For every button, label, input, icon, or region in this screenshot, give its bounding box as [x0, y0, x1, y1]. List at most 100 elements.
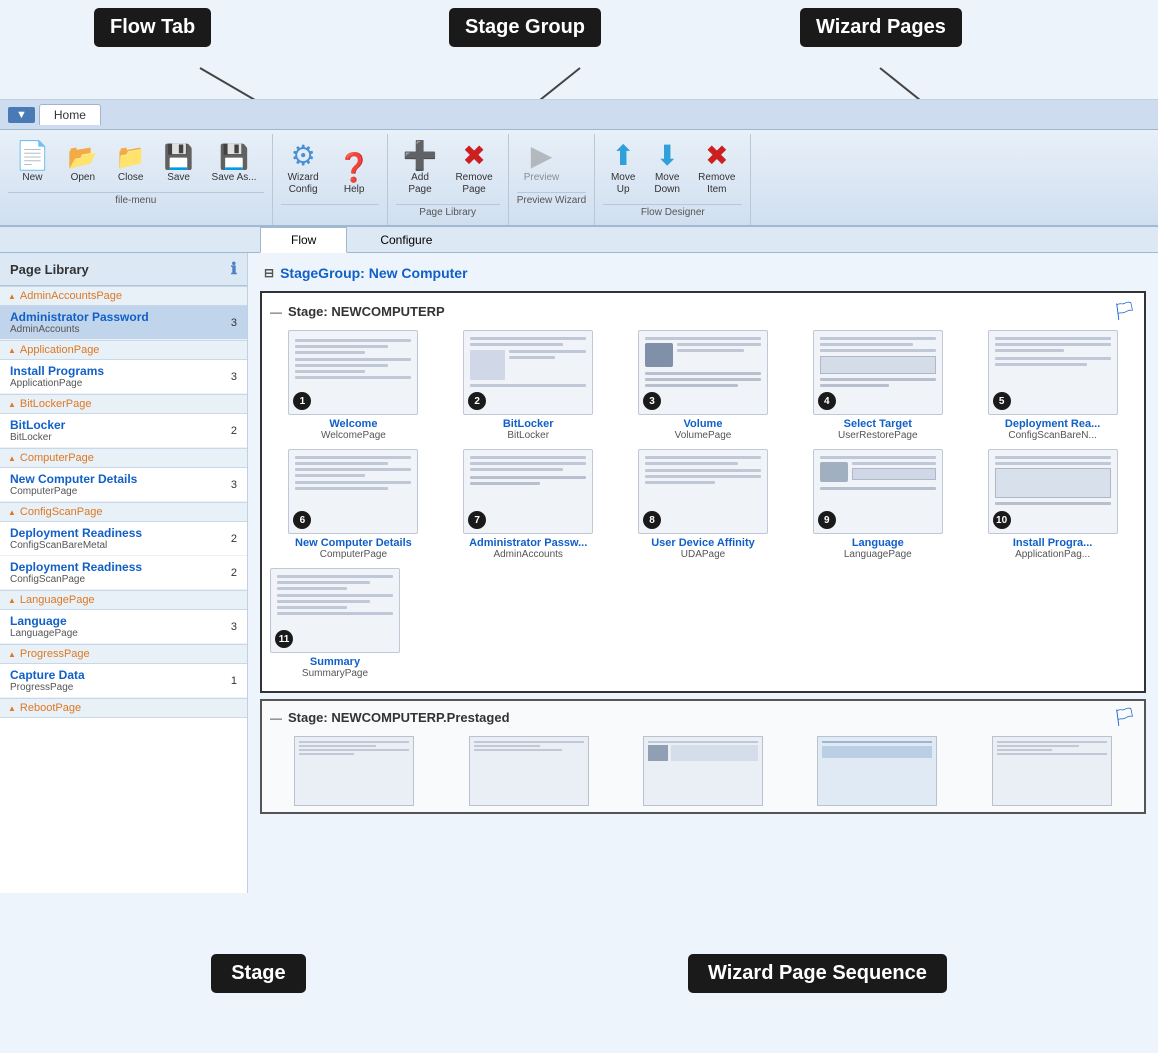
- save-icon: 💾: [164, 146, 194, 170]
- prestaged-page-5[interactable]: [968, 736, 1136, 806]
- page-card-1[interactable]: 1 Welcome WelcomePage: [270, 330, 437, 441]
- remove-page-button[interactable]: ✖ RemovePage: [448, 138, 499, 200]
- sidebar-category-bitlocker[interactable]: BitLockerPage: [0, 394, 247, 414]
- remove-item-button[interactable]: ✖ RemoveItem: [691, 138, 742, 200]
- flow-tab[interactable]: Flow: [260, 227, 347, 253]
- sidebar-item-capture-data[interactable]: Capture Data ProgressPage 1: [0, 664, 247, 698]
- sidebar-item-admin-pwd[interactable]: Administrator Password AdminAccounts 3: [0, 306, 247, 340]
- collapse-stagegroup-btn[interactable]: ⊟: [264, 266, 274, 280]
- sidebar-item-deploy-ready-2[interactable]: Deployment Readiness ConfigScanPage 2: [0, 556, 247, 590]
- sidebar-item-bl-name: BitLocker: [10, 418, 227, 432]
- sidebar-category-admin[interactable]: AdminAccountsPage: [0, 286, 247, 306]
- sidebar-category-app[interactable]: ApplicationPage: [0, 340, 247, 360]
- prestaged-pages: [270, 736, 1136, 806]
- prestaged-thumb-2: [469, 736, 589, 806]
- sidebar-item-dr1-count: 2: [231, 533, 237, 545]
- prestaged-thumb-1: [294, 736, 414, 806]
- remove-item-label: RemoveItem: [698, 172, 735, 196]
- page-num-9: 9: [818, 511, 836, 529]
- prestaged-page-4[interactable]: [793, 736, 961, 806]
- sidebar-item-dr1-sub: ConfigScanBareMetal: [10, 540, 227, 551]
- open-button[interactable]: 📂 Open: [61, 142, 105, 188]
- page-sub-9: LanguagePage: [844, 549, 912, 560]
- open-icon: 📂: [68, 146, 98, 170]
- page-card-11[interactable]: 11 Summary SummaryPage: [270, 568, 400, 679]
- sidebar-category-computer[interactable]: ComputerPage: [0, 448, 247, 468]
- page-num-7: 7: [468, 511, 486, 529]
- page-card-3[interactable]: 3 Volume VolumePage: [620, 330, 787, 441]
- sidebar-category-config[interactable]: ConfigScanPage: [0, 502, 247, 522]
- sidebar-item-lang-sub: LanguagePage: [10, 628, 227, 639]
- page-num-8: 8: [643, 511, 661, 529]
- prestaged-thumb-4: [817, 736, 937, 806]
- page-card-9[interactable]: 9 Language LanguagePage: [794, 449, 961, 560]
- sidebar-item-new-comp[interactable]: New Computer Details ComputerPage 3: [0, 468, 247, 502]
- remove-page-icon: ✖: [462, 142, 485, 170]
- flow-designer-buttons: ⬆ MoveUp ⬇ MoveDown ✖ RemoveItem: [603, 138, 742, 200]
- sidebar-item-admin-count: 3: [231, 317, 237, 329]
- tab-bar: Flow Configure: [0, 227, 1158, 253]
- new-button[interactable]: 📄 New: [8, 138, 57, 188]
- page-name-4: Select Target: [844, 418, 912, 430]
- quick-access-btn[interactable]: ▼: [8, 107, 35, 123]
- sidebar-item-app-sub: ApplicationPage: [10, 378, 227, 389]
- sidebar-category-language[interactable]: LanguagePage: [0, 590, 247, 610]
- preview-button[interactable]: ▶ Preview: [517, 138, 567, 188]
- prestaged-page-1[interactable]: [270, 736, 438, 806]
- page-name-6: New Computer Details: [295, 537, 412, 549]
- pages-row-1: 1 Welcome WelcomePage: [270, 330, 1136, 441]
- sidebar-item-admin-info: Administrator Password AdminAccounts: [10, 310, 227, 335]
- sidebar-item-language[interactable]: Language LanguagePage 3: [0, 610, 247, 644]
- prestaged-page-3[interactable]: [619, 736, 787, 806]
- sidebar-item-dr2-sub: ConfigScanPage: [10, 574, 227, 585]
- sidebar-item-bitlocker[interactable]: BitLocker BitLocker 2: [0, 414, 247, 448]
- page-num-11: 11: [275, 630, 293, 648]
- info-icon[interactable]: ℹ: [231, 259, 237, 279]
- page-wrapper: Flow Tab Stage Group Wizard Pages ▼ Home…: [0, 0, 1158, 1053]
- sidebar-category-progress[interactable]: ProgressPage: [0, 644, 247, 664]
- close-button[interactable]: 📁 Close: [109, 142, 153, 188]
- sidebar-item-lang-count: 3: [231, 621, 237, 633]
- prestaged-page-2[interactable]: [444, 736, 612, 806]
- ribbon: 📄 New 📂 Open 📁 Close 💾 Save 💾 Sav: [0, 130, 1158, 227]
- preview-icon: ▶: [531, 142, 553, 170]
- page-card-6[interactable]: 6 New Computer Details ComputerPage: [270, 449, 437, 560]
- page-card-2[interactable]: 2 BitLocker BitLocker: [445, 330, 612, 441]
- wizard-config-button[interactable]: ⚙ WizardConfig: [281, 138, 326, 200]
- sidebar-item-dr2-count: 2: [231, 567, 237, 579]
- sidebar-item-bl-count: 2: [231, 425, 237, 437]
- home-tab-btn[interactable]: Home: [39, 104, 101, 125]
- page-card-5[interactable]: 5 Deployment Rea... ConfigScanBareN...: [969, 330, 1136, 441]
- sidebar-header: Page Library ℹ: [0, 253, 247, 286]
- sidebar-category-reboot[interactable]: RebootPage: [0, 698, 247, 718]
- page-num-5: 5: [993, 392, 1011, 410]
- sidebar: Page Library ℹ AdminAccountsPage Adminis…: [0, 253, 248, 893]
- move-down-button[interactable]: ⬇ MoveDown: [647, 138, 687, 200]
- help-label: Help: [344, 184, 365, 196]
- file-menu-group: 📄 New 📂 Open 📁 Close 💾 Save 💾 Sav: [0, 134, 273, 225]
- page-card-10[interactable]: 10 Install Progra... ApplicationPag...: [969, 449, 1136, 560]
- sidebar-item-dr2-info: Deployment Readiness ConfigScanPage: [10, 560, 227, 585]
- page-card-4[interactable]: 4 Select Target UserRestorePage: [794, 330, 961, 441]
- page-name-3: Volume: [684, 418, 723, 430]
- sidebar-item-comp-count: 3: [231, 479, 237, 491]
- add-page-label: AddPage: [408, 172, 431, 196]
- page-card-7[interactable]: 7 Administrator Passw... AdminAccounts: [445, 449, 612, 560]
- page-card-8[interactable]: 8 User Device Affinity UDAPage: [620, 449, 787, 560]
- stage-2-header: — Stage: NEWCOMPUTERP.Prestaged 🏳: [270, 707, 1136, 728]
- save-button[interactable]: 💾 Save: [157, 142, 201, 188]
- sidebar-item-install-prog[interactable]: Install Programs ApplicationPage 3: [0, 360, 247, 394]
- stagegroup-title-text: StageGroup: New Computer: [280, 265, 467, 281]
- sidebar-category-admin-label: AdminAccountsPage: [20, 290, 122, 302]
- add-page-button[interactable]: ➕ AddPage: [396, 138, 445, 200]
- stage-2-box: — Stage: NEWCOMPUTERP.Prestaged 🏳: [260, 699, 1146, 814]
- help-button[interactable]: ❓ Help: [330, 150, 379, 200]
- configure-tab[interactable]: Configure: [349, 227, 463, 252]
- content-area[interactable]: ⊟ StageGroup: New Computer — Stage: NEWC…: [248, 253, 1158, 893]
- move-up-button[interactable]: ⬆ MoveUp: [603, 138, 643, 200]
- stage-2-collapse-btn[interactable]: —: [270, 711, 282, 725]
- sidebar-item-admin-name: Administrator Password: [10, 310, 227, 324]
- sidebar-item-deploy-ready-1[interactable]: Deployment Readiness ConfigScanBareMetal…: [0, 522, 247, 556]
- stage-1-collapse-btn[interactable]: —: [270, 305, 282, 319]
- save-as-button[interactable]: 💾 Save As...: [205, 142, 264, 188]
